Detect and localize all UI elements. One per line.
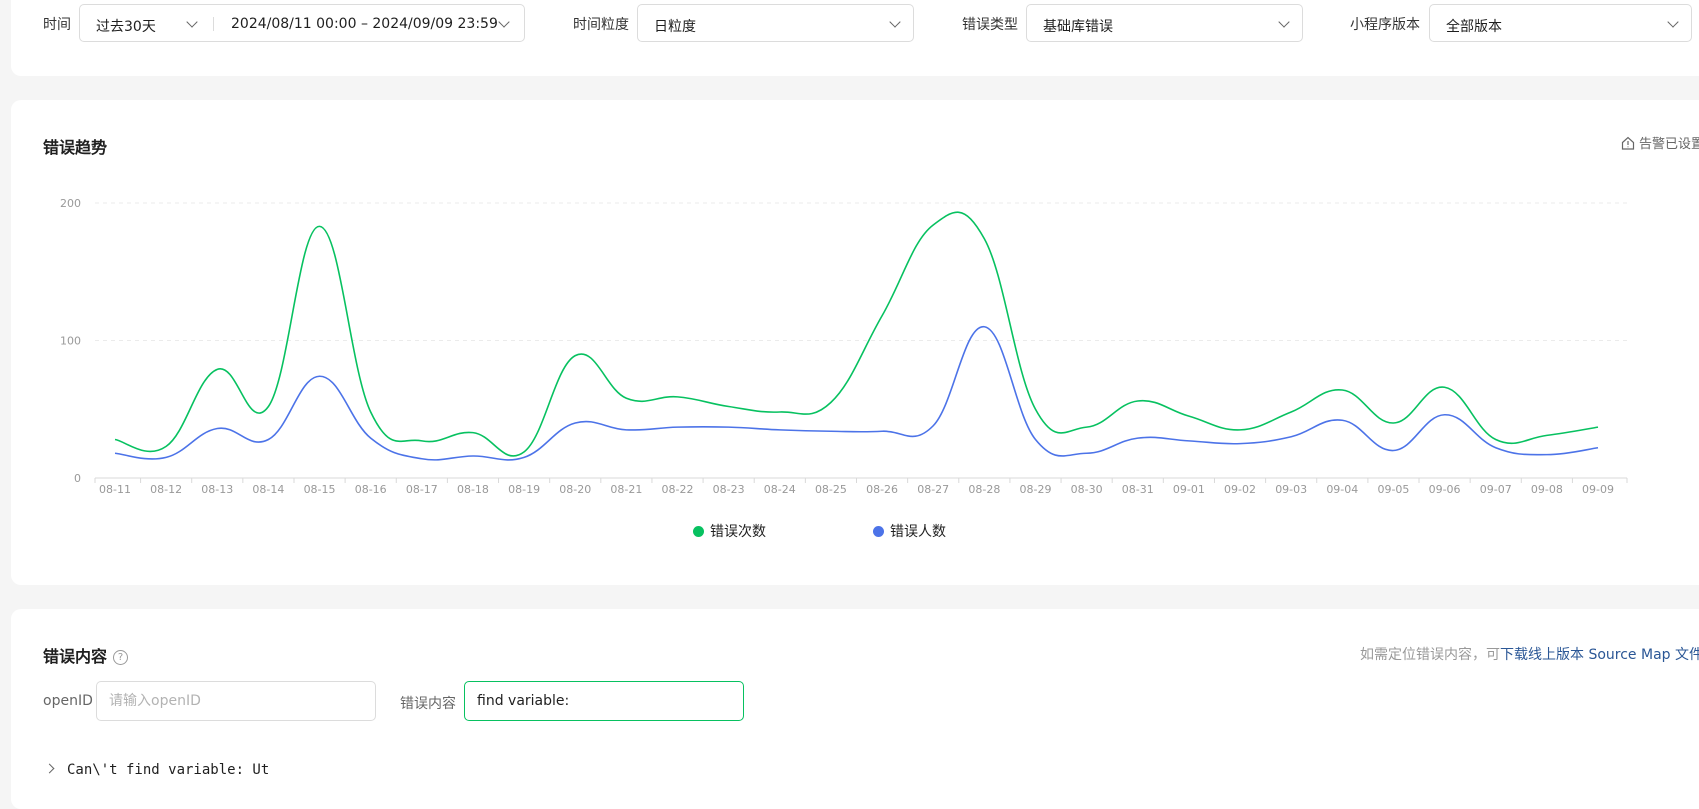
error-trend-card: 错误趋势 告警已设置 0 100 200 08-11 08-12 08-13 08-14 0… (11, 100, 1699, 585)
granularity-label: 时间粒度 (573, 17, 629, 33)
openid-input[interactable]: 请输入openID (96, 681, 376, 721)
chevron-down-icon (1278, 16, 1290, 28)
chevron-down-icon (889, 16, 901, 28)
x-tick-label: 08-11 (99, 483, 131, 496)
granularity-select[interactable]: 日粒度 (637, 4, 914, 42)
error-content-label: 错误内容 (400, 696, 456, 712)
download-source-map-link[interactable]: 下载线上版本 Source Map 文件 (1500, 647, 1699, 663)
x-tick-label: 08-28 (968, 483, 1000, 496)
x-tick-label: 09-07 (1480, 483, 1512, 496)
x-tick-label: 08-16 (355, 483, 387, 496)
series-line-error-count[interactable] (114, 211, 1599, 457)
legend-item-error-users[interactable]: 错误人数 (873, 521, 946, 541)
hint-text: 如需定位错误内容，可 (1360, 647, 1501, 663)
x-tick-label: 09-02 (1224, 483, 1256, 496)
error-list-item[interactable]: Can\'t find variable: Ut (44, 762, 270, 778)
x-tick-label: 09-09 (1582, 483, 1614, 496)
x-tick-label: 08-21 (610, 483, 642, 496)
error-trend-chart: 0 100 200 08-11 08-12 08-13 08-14 08-15 08-16 08… (60, 197, 1628, 496)
y-tick-label: 100 (60, 335, 81, 348)
time-label: 时间 (43, 17, 71, 33)
x-tick-label: 08-30 (1071, 483, 1103, 496)
chevron-down-icon (186, 16, 198, 28)
x-tick-label: 09-04 (1326, 483, 1358, 496)
openid-label: openID (43, 693, 93, 709)
series-line-error-users[interactable] (114, 325, 1599, 461)
source-map-hint: 如需定位错误内容，可下载线上版本 Source Map 文件 (1360, 644, 1699, 664)
version-select[interactable]: 全部版本 (1429, 4, 1692, 42)
x-tick-label: 08-15 (304, 483, 336, 496)
x-tick-label: 08-18 (457, 483, 489, 496)
error-type-value: 基础库错误 (1043, 19, 1113, 35)
legend-dot (693, 526, 704, 537)
x-tick-label: 09-01 (1173, 483, 1205, 496)
legend-item-error-count[interactable]: 错误次数 (693, 521, 766, 541)
error-type-select[interactable]: 基础库错误 (1026, 4, 1303, 42)
x-tick-label: 09-05 (1377, 483, 1409, 496)
x-tick-label: 08-14 (252, 483, 284, 496)
x-tick-label: 08-13 (201, 483, 233, 496)
x-tick-label: 09-03 (1275, 483, 1307, 496)
help-icon[interactable]: ? (113, 650, 129, 665)
x-tick-label: 08-12 (150, 483, 182, 496)
y-tick-label: 200 (60, 197, 81, 210)
x-tick-label: 08-17 (406, 483, 438, 496)
legend-label: 错误次数 (710, 524, 766, 540)
x-tick-label: 08-24 (764, 483, 796, 496)
x-tick-label: 08-26 (866, 483, 898, 496)
version-label: 小程序版本 (1350, 17, 1420, 33)
version-value: 全部版本 (1446, 19, 1502, 35)
openid-placeholder: 请输入openID (109, 693, 201, 709)
divider (213, 17, 214, 31)
error-message: Can\'t find variable: Ut (67, 762, 270, 778)
legend-label: 错误人数 (890, 524, 946, 540)
x-tick-label: 09-08 (1531, 483, 1563, 496)
y-tick-label: 0 (74, 472, 81, 485)
granularity-value: 日粒度 (654, 19, 696, 35)
error-content-value: find variable: (477, 693, 570, 709)
x-tick-label: 08-27 (917, 483, 949, 496)
x-tick-label: 08-29 (1019, 483, 1051, 496)
chevron-right-icon (44, 763, 55, 774)
chevron-down-icon (498, 16, 510, 28)
time-range-value[interactable]: 2024/08/11 00:00 – 2024/09/09 23:59 (231, 16, 498, 32)
x-tick-label: 09-06 (1429, 483, 1461, 496)
x-tick-label: 08-20 (559, 483, 591, 496)
content-title: 错误内容? (43, 643, 129, 667)
chevron-down-icon (1667, 16, 1679, 28)
x-tick-label: 08-25 (815, 483, 847, 496)
content-title-text: 错误内容 (43, 647, 108, 666)
legend-dot (873, 526, 884, 537)
x-tick-label: 08-23 (713, 483, 745, 496)
time-range-select[interactable]: 过去30天 2024/08/11 00:00 – 2024/09/09 23:5… (79, 4, 525, 42)
error-content-input[interactable]: find variable: (464, 681, 744, 721)
error-type-label: 错误类型 (962, 17, 1018, 33)
x-tick-label: 08-22 (662, 483, 694, 496)
time-range-preset[interactable]: 过去30天 (96, 16, 156, 36)
x-tick-label: 08-19 (508, 483, 540, 496)
x-tick-label: 08-31 (1122, 483, 1154, 496)
